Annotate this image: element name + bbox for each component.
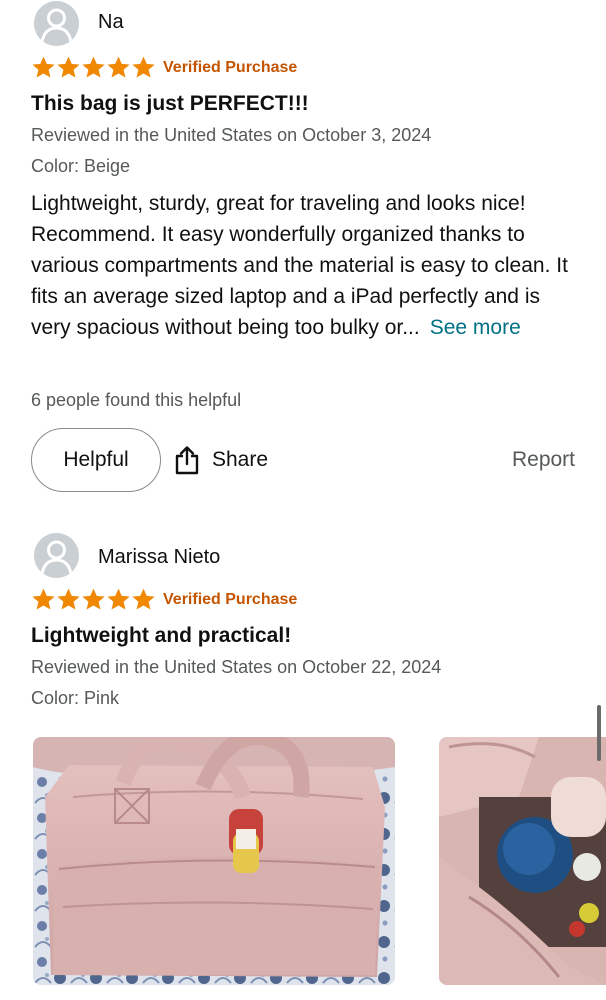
rating-row: Verified Purchase [31,587,297,612]
verified-purchase-badge: Verified Purchase [163,58,298,76]
helpful-button[interactable]: Helpful [31,428,161,492]
rating-row: Verified Purchase [31,55,297,80]
star-icon [82,56,105,78]
pink-tote-bag-photo [33,737,395,985]
star-icon [32,588,55,610]
star-icon [107,56,130,78]
avatar [34,0,79,46]
scrollbar-thumb[interactable] [597,705,601,761]
share-label: Share [212,448,269,471]
star-icon [57,588,80,610]
star-icon [82,588,105,610]
star-icon [107,588,130,610]
share-icon [175,446,199,475]
avatar [34,532,79,578]
star-icon [32,56,55,78]
reviewer-profile[interactable]: Marissa Nieto [34,532,220,578]
review-body: Lightweight, sturdy, great for traveling… [31,188,581,343]
reviewer-name: Marissa Nieto [98,546,221,568]
review-date: Reviewed in the United States on October… [31,125,432,145]
report-link[interactable]: Report [512,448,575,472]
helpful-count: 6 people found this helpful [31,390,242,410]
verified-purchase-badge: Verified Purchase [163,590,298,608]
user-icon [40,8,73,42]
review-photo[interactable] [33,737,395,985]
review-card: Marissa Nieto Verified Purchase Lightwei… [0,530,606,1000]
product-variant: Color: Beige [31,156,131,176]
review-title: This bag is just PERFECT!!! [31,92,309,115]
bag-interior-photo [439,737,606,985]
product-variant: Color: Pink [31,688,120,708]
star-icon [132,588,155,610]
share-button[interactable]: Share [174,440,268,480]
user-icon [40,540,73,574]
star-rating[interactable] [31,587,156,612]
star-rating[interactable] [31,55,156,80]
reviewer-profile[interactable]: Na [34,0,124,46]
review-date: Reviewed in the United States on October… [31,657,442,677]
review-title: Lightweight and practical! [31,624,292,647]
star-icon [132,56,155,78]
see-more-link[interactable]: See more [430,316,521,339]
star-icon [57,56,80,78]
review-card: Na Verified Purchase This bag is just PE… [0,0,606,515]
reviewer-name: Na [98,11,124,33]
review-photo[interactable] [439,737,606,985]
